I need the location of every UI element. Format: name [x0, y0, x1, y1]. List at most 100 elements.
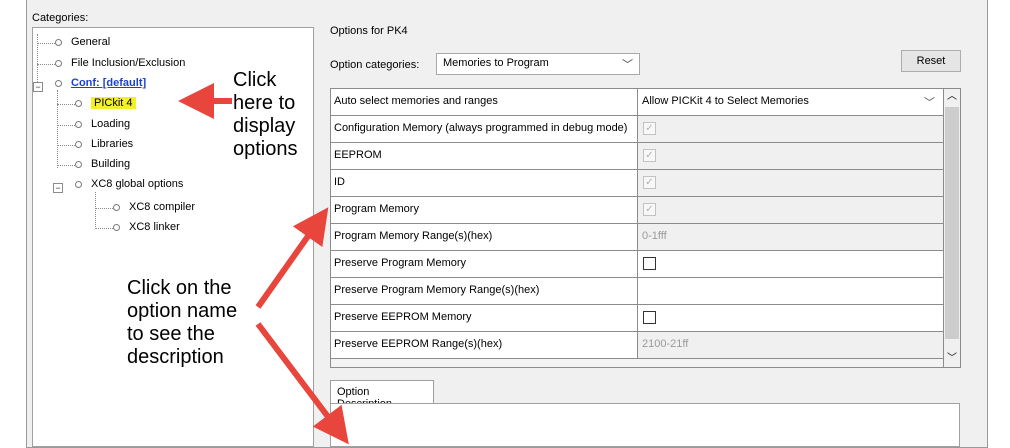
table-row[interactable]: Program Memory Range(s)(hex) 0-1fff — [331, 224, 943, 251]
tree-item-label: Libraries — [91, 138, 134, 150]
annotation-line: here to — [233, 92, 296, 114]
chevron-down-icon: ﹀ — [622, 59, 633, 71]
option-name[interactable]: Program Memory Range(s)(hex) — [331, 224, 638, 250]
option-name[interactable]: Preserve Program Memory — [331, 251, 638, 277]
tree-connector — [95, 208, 113, 209]
annotation-line: option name — [127, 300, 238, 322]
option-value-cell — [638, 251, 943, 277]
tree-item-loading[interactable]: Loading — [75, 118, 130, 130]
table-row[interactable]: Preserve EEPROM Memory — [331, 305, 943, 332]
option-value: Allow PICKit 4 to Select Memories — [642, 95, 809, 107]
option-name[interactable]: ID — [331, 170, 638, 196]
tree-item-label: XC8 global options — [91, 178, 184, 190]
table-row[interactable]: Preserve Program Memory Range(s)(hex) — [331, 278, 943, 305]
node-icon — [75, 180, 82, 188]
node-icon — [55, 59, 62, 67]
option-name[interactable]: Preserve EEPROM Range(s)(hex) — [331, 332, 638, 358]
option-name[interactable]: EEPROM — [331, 143, 638, 169]
option-categories-label: Option categories: — [330, 59, 420, 71]
table-row[interactable]: Program Memory ✓ — [331, 197, 943, 224]
option-name[interactable]: Preserve Program Memory Range(s)(hex) — [331, 278, 638, 304]
scroll-up-icon[interactable]: ︿ — [944, 89, 960, 105]
node-icon — [75, 99, 82, 107]
tree-connector — [57, 165, 75, 166]
tree-item-file-inclusion[interactable]: File Inclusion/Exclusion — [55, 57, 185, 69]
tree-item-general[interactable]: General — [55, 36, 110, 48]
option-categories-select[interactable]: Memories to Program ﹀ — [436, 53, 640, 75]
option-value-cell: ✓ — [638, 170, 943, 196]
option-name[interactable]: Configuration Memory (always programmed … — [331, 116, 638, 142]
tree-connector — [37, 34, 38, 84]
options-grid: Auto select memories and ranges Allow PI… — [330, 88, 944, 368]
node-icon — [55, 38, 62, 46]
node-icon — [113, 203, 120, 211]
table-row[interactable]: Configuration Memory (always programmed … — [331, 116, 943, 143]
checkbox-checked-disabled-icon: ✓ — [643, 149, 656, 162]
option-name[interactable]: Auto select memories and ranges — [331, 89, 638, 115]
option-name[interactable]: Preserve EEPROM Memory — [331, 305, 638, 331]
table-row[interactable]: EEPROM ✓ — [331, 143, 943, 170]
annotation-click-here: Click here to display options — [233, 69, 298, 161]
tree-connector — [57, 125, 75, 126]
option-value-cell: ✓ — [638, 197, 943, 223]
categories-label: Categories: — [32, 12, 89, 24]
tree-connector — [57, 104, 75, 105]
node-icon — [113, 223, 120, 231]
tree-connector — [37, 64, 55, 65]
node-icon — [75, 140, 82, 148]
collapse-icon[interactable]: − — [33, 82, 43, 92]
option-value-cell — [638, 305, 943, 331]
tree-item-pickit4[interactable]: PICkit 4 — [75, 97, 136, 109]
tree-item-label: PICkit 4 — [91, 97, 136, 109]
tree-item-building[interactable]: Building — [75, 158, 130, 170]
tree-item-label: XC8 compiler — [129, 201, 196, 213]
tree-item-label: Loading — [91, 118, 131, 130]
option-value-cell: 0-1fff — [638, 224, 943, 250]
tree-item-label: Building — [91, 158, 131, 170]
tree-item-xc8-global[interactable]: XC8 global options — [75, 178, 183, 190]
scroll-down-icon[interactable]: ﹀ — [944, 351, 960, 367]
annotation-line: to see the — [127, 323, 215, 345]
table-row[interactable]: Preserve Program Memory — [331, 251, 943, 278]
tree-item-xc8-compiler[interactable]: XC8 compiler — [113, 201, 195, 213]
annotation-line: options — [233, 138, 298, 160]
tree-item-label: File Inclusion/Exclusion — [71, 57, 186, 69]
scrollbar-thumb[interactable] — [945, 107, 959, 339]
tree-item-label: General — [71, 36, 111, 48]
tree-item-label: XC8 linker — [129, 221, 180, 233]
tree-item-conf[interactable]: Conf: [default] — [55, 77, 146, 89]
tree-item-label: Conf: [default] — [71, 77, 147, 89]
option-value-cell: ✓ — [638, 143, 943, 169]
tab-option-description[interactable]: Option Description — [330, 380, 434, 410]
node-icon — [55, 79, 62, 87]
annotation-click-option: Click on the option name to see the desc… — [127, 277, 237, 369]
tree-connector — [95, 192, 96, 229]
chevron-down-icon: ﹀ — [924, 97, 935, 109]
option-name[interactable]: Program Memory — [331, 197, 638, 223]
checkbox-checked-disabled-icon: ✓ — [643, 176, 656, 189]
checkbox-unchecked-icon[interactable] — [643, 257, 656, 270]
option-value-input[interactable] — [638, 278, 943, 304]
node-icon — [75, 120, 82, 128]
option-value-cell: ✓ — [638, 116, 943, 142]
options-title: Options for PK4 — [330, 25, 408, 37]
annotation-line: Click — [233, 69, 277, 91]
table-row[interactable]: Preserve EEPROM Range(s)(hex) 2100-21ff — [331, 332, 943, 359]
reset-button[interactable]: Reset — [901, 50, 961, 72]
tree-item-libraries[interactable]: Libraries — [75, 138, 133, 150]
node-icon — [75, 160, 82, 168]
select-value: Memories to Program — [443, 57, 549, 69]
grid-scrollbar[interactable]: ︿ ﹀ — [944, 88, 961, 368]
checkbox-checked-disabled-icon: ✓ — [643, 122, 656, 135]
checkbox-unchecked-icon[interactable] — [643, 311, 656, 324]
table-row[interactable]: Auto select memories and ranges Allow PI… — [331, 89, 943, 116]
option-value-dropdown[interactable]: Allow PICKit 4 to Select Memories ﹀ — [638, 89, 943, 115]
tree-connector — [37, 43, 55, 44]
option-description-panel — [330, 403, 960, 447]
tree-connector — [95, 228, 113, 229]
annotation-line: description — [127, 346, 224, 368]
tree-item-xc8-linker[interactable]: XC8 linker — [113, 221, 180, 233]
table-row[interactable]: ID ✓ — [331, 170, 943, 197]
collapse-icon[interactable]: − — [53, 183, 63, 193]
option-value-cell: 2100-21ff — [638, 332, 943, 358]
